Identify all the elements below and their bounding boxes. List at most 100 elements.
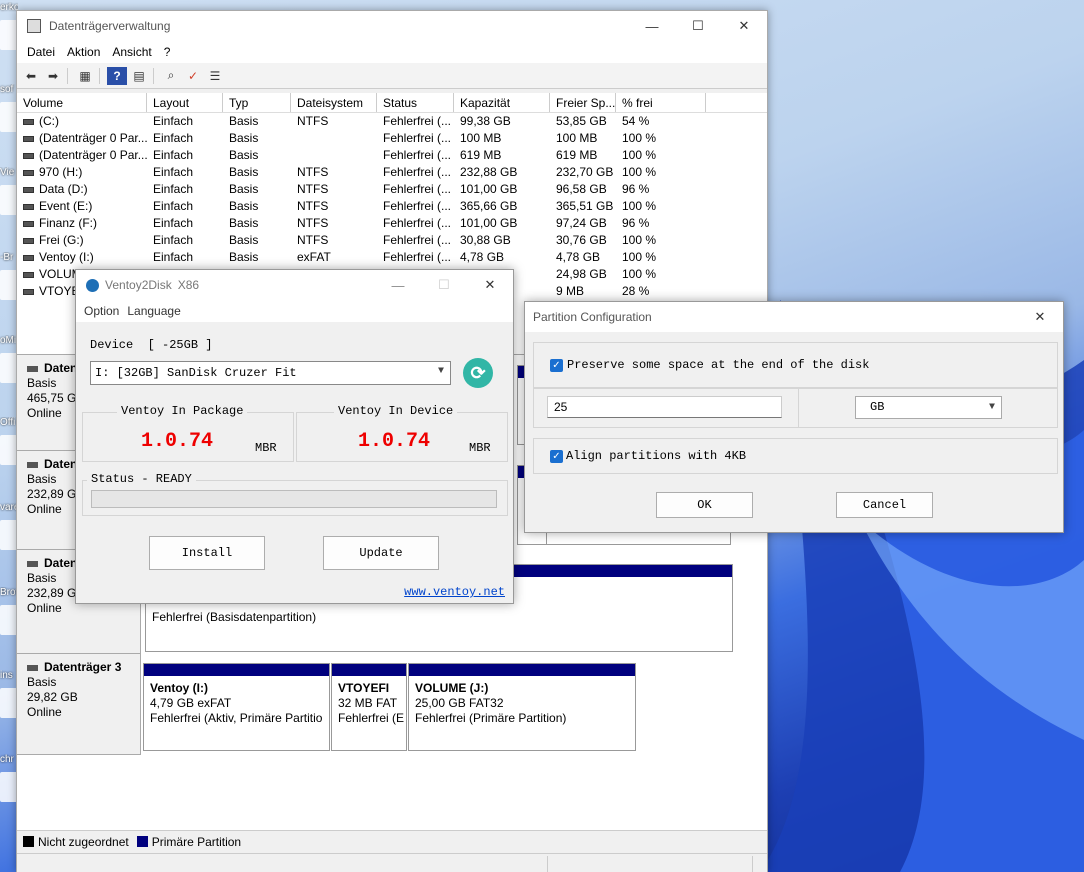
maximize-button[interactable]: ☐ — [421, 270, 467, 300]
partition-status: Fehlerfrei (E — [338, 711, 405, 725]
connect-icon[interactable]: ⌕ — [161, 67, 181, 85]
ventoy-arch: X86 — [177, 278, 200, 292]
col-kapazitaet[interactable]: Kapazität — [454, 93, 550, 112]
volume-row[interactable]: (Datenträger 0 Par... Einfach Basis Fehlerf… — [17, 130, 767, 147]
dm-menubar: Datei Aktion Ansicht ? — [17, 41, 767, 63]
col-layout[interactable]: Layout — [147, 93, 223, 112]
volume-cell: Finanz (F:) — [17, 215, 147, 232]
partition-vtoyefi[interactable]: VTOYEFI 32 MB FAT Fehlerfrei (E — [331, 663, 407, 751]
forward-arrow-icon[interactable]: ➡ — [43, 67, 63, 85]
volume-cell: exFAT — [291, 249, 377, 266]
col-volume[interactable]: Volume — [17, 93, 147, 112]
menu-language[interactable]: Language — [123, 304, 184, 318]
maximize-button[interactable]: ☐ — [675, 11, 721, 41]
volume-cell: (Datenträger 0 Par... — [17, 147, 147, 164]
volume-cell-text: 100 % — [622, 199, 657, 213]
volume-cell: Basis — [223, 113, 291, 130]
ventoy-logo-icon — [86, 278, 99, 292]
volume-cell — [291, 147, 377, 164]
volume-cell-text: 232,70 GB — [556, 165, 614, 179]
col-prozent-frei[interactable]: % frei — [616, 93, 706, 112]
device-select-value: I: [32GB] SanDisk Cruzer Fit — [95, 366, 297, 380]
close-button[interactable]: ✕ — [1017, 302, 1063, 332]
volume-cell: 365,66 GB — [454, 198, 550, 215]
volume-cell: 100 MB — [550, 130, 616, 147]
disk-info[interactable]: Datenträger 3 Basis 29,82 GB Online — [17, 654, 141, 755]
drive-icon — [23, 135, 34, 142]
minimize-button[interactable]: — — [629, 11, 675, 41]
dm-toolbar: ⬅ ➡ ▦ ? ▤ ⌕ ✓ ☰ — [17, 63, 767, 89]
volume-row[interactable]: (C:) Einfach Basis NTFS Fehlerfrei (... 99,38… — [17, 113, 767, 130]
volume-row[interactable]: Ventoy (I:) Einfach Basis exFAT Fehlerfrei (… — [17, 249, 767, 266]
help-icon[interactable]: ? — [107, 66, 127, 85]
volume-cell-text: 101,00 GB — [460, 216, 518, 230]
size-unit-select[interactable]: GB ▼ — [855, 396, 1002, 419]
col-status[interactable]: Status — [377, 93, 454, 112]
volume-cell: Fehlerfrei (... — [377, 147, 454, 164]
drive-icon — [23, 237, 34, 244]
volume-cell: 101,00 GB — [454, 215, 550, 232]
volume-cell-text: Basis — [229, 233, 259, 247]
menu-aktion[interactable]: Aktion — [61, 45, 106, 59]
partition-volume[interactable]: VOLUME (J:) 25,00 GB FAT32 Fehlerfrei (P… — [408, 663, 636, 751]
disk-icon — [27, 664, 38, 671]
ventoy-website-link[interactable]: www.ventoy.net — [404, 585, 505, 599]
volume-cell: Fehlerfrei (... — [377, 113, 454, 130]
ok-button[interactable]: OK — [656, 492, 753, 518]
menu-ansicht[interactable]: Ansicht — [106, 45, 157, 59]
update-button[interactable]: Update — [323, 536, 439, 570]
console-tree-icon[interactable]: ▦ — [75, 67, 95, 85]
partition-ventoy[interactable]: Ventoy (I:) 4,79 GB exFAT Fehlerfrei (Ak… — [143, 663, 330, 751]
volume-row[interactable]: Finanz (F:) Einfach Basis NTFS Fehlerfrei (.… — [17, 215, 767, 232]
col-dateisystem[interactable]: Dateisystem — [291, 93, 377, 112]
volume-cell: 96 % — [616, 215, 706, 232]
install-button[interactable]: Install — [149, 536, 265, 570]
minimize-button[interactable]: — — [375, 270, 421, 300]
close-button[interactable]: ✕ — [721, 11, 767, 41]
refresh-icon[interactable]: ⟳ — [463, 358, 493, 388]
volume-cell-text: (Datenträger 0 Par... — [39, 131, 147, 145]
volume-cell: 4,78 GB — [550, 249, 616, 266]
volume-row[interactable]: (Datenträger 0 Par... Einfach Basis Fehlerf… — [17, 147, 767, 164]
menu-help[interactable]: ? — [158, 45, 177, 59]
volume-row[interactable]: Frei (G:) Einfach Basis NTFS Fehlerfrei (...… — [17, 232, 767, 249]
volume-cell-text: (C:) — [39, 114, 59, 128]
volume-cell-text: Einfach — [153, 131, 194, 145]
pc-titlebar: Partition Configuration — [525, 302, 1063, 332]
partition-name: VOLUME (J:) — [415, 681, 489, 695]
properties-icon[interactable]: ▤ — [129, 67, 149, 85]
volume-cell-text: exFAT — [297, 250, 331, 264]
list-view-icon[interactable]: ☰ — [205, 67, 225, 85]
volume-row[interactable]: Event (E:) Einfach Basis NTFS Fehlerfrei (..… — [17, 198, 767, 215]
volume-cell-text: Einfach — [153, 114, 194, 128]
partition-text: Ventoy (I:) 4,79 GB exFAT Fehlerfrei (Ak… — [144, 676, 329, 731]
preserve-space-checkbox[interactable]: ✓ — [550, 359, 563, 372]
device-select[interactable]: I: [32GB] SanDisk Cruzer Fit ▼ — [90, 361, 451, 385]
volume-cell-text: Basis — [229, 131, 259, 145]
volume-cell-text: Einfach — [153, 199, 194, 213]
chevron-down-icon: ▼ — [988, 402, 995, 413]
close-button[interactable]: ✕ — [467, 270, 513, 300]
volume-cell-text: Einfach — [153, 165, 194, 179]
volume-cell-text: 96,58 GB — [556, 182, 607, 196]
volume-row[interactable]: Data (D:) Einfach Basis NTFS Fehlerfrei (...… — [17, 181, 767, 198]
volume-cell: Basis — [223, 215, 291, 232]
cancel-button[interactable]: Cancel — [836, 492, 933, 518]
partition-text: VOLUME (J:) 25,00 GB FAT32 Fehlerfrei (P… — [409, 676, 635, 731]
volume-cell: 970 (H:) — [17, 164, 147, 181]
check-icon[interactable]: ✓ — [183, 67, 203, 85]
menu-datei[interactable]: Datei — [21, 45, 61, 59]
align-4kb-checkbox[interactable]: ✓ — [550, 450, 563, 463]
drive-icon — [23, 271, 34, 278]
volume-row[interactable]: 970 (H:) Einfach Basis NTFS Fehlerfrei (... 2… — [17, 164, 767, 181]
volume-cell: 54 % — [616, 113, 706, 130]
volume-cell: NTFS — [291, 198, 377, 215]
col-freier-speicher[interactable]: Freier Sp... — [550, 93, 616, 112]
volume-cell-text: Fehlerfrei (... — [383, 216, 452, 230]
menu-option[interactable]: Option — [80, 304, 123, 318]
back-arrow-icon[interactable]: ⬅ — [21, 67, 41, 85]
drive-icon — [23, 152, 34, 159]
reserve-size-input[interactable]: 25 — [547, 396, 782, 418]
device-label: Device [ -25GB ] — [90, 338, 213, 352]
col-typ[interactable]: Typ — [223, 93, 291, 112]
